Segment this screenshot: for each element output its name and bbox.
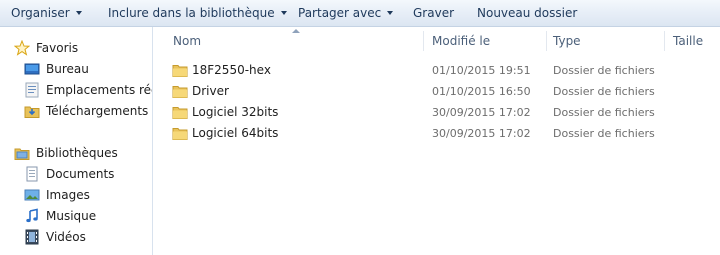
nav-recent-places[interactable]: Emplacements récents <box>24 79 152 100</box>
pictures-icon <box>24 189 40 200</box>
nav-libraries-label: Bibliothèques <box>36 145 118 160</box>
burn-button[interactable]: Graver <box>413 0 454 26</box>
column-header-row: Nom Modifié le Type Taille <box>154 27 720 55</box>
chevron-down-icon <box>75 10 82 15</box>
nav-music-label: Musique <box>46 208 97 223</box>
nav-libraries[interactable]: Bibliothèques <box>14 142 118 163</box>
file-type: Dossier de fichiers <box>553 85 655 98</box>
nav-downloads-label: Téléchargements <box>46 103 149 118</box>
libraries-icon <box>14 148 30 160</box>
chevron-down-icon <box>280 10 287 15</box>
sort-ascending-icon <box>292 29 300 33</box>
file-type: Dossier de fichiers <box>553 64 655 77</box>
command-bar: Organiser Inclure dans la bibliothèque P… <box>0 0 720 27</box>
column-header-name[interactable]: Nom <box>173 27 201 55</box>
folder-icon <box>172 86 188 98</box>
nav-recent-places-label: Emplacements récents <box>46 82 152 97</box>
star-icon <box>14 39 30 56</box>
downloads-folder-icon <box>24 106 40 118</box>
nav-pictures-label: Images <box>46 187 90 202</box>
include-library-label: Inclure dans la bibliothèque <box>108 6 275 20</box>
file-name: 18F2550-hex <box>192 63 271 77</box>
folder-icon <box>172 65 188 77</box>
burn-label: Graver <box>413 6 455 20</box>
documents-icon <box>26 166 38 181</box>
file-list-pane: Nom Modifié le Type Taille 18F2550-hex 0… <box>154 27 720 255</box>
chevron-down-icon <box>387 10 394 15</box>
film-icon <box>25 229 39 244</box>
file-name: Logiciel 64bits <box>192 126 279 140</box>
music-note-icon <box>26 208 38 222</box>
desktop-icon <box>24 63 40 74</box>
file-modified: 30/09/2015 17:02 <box>432 127 531 140</box>
nav-favorites-label: Favoris <box>36 40 79 55</box>
column-divider[interactable] <box>664 31 665 51</box>
nav-desktop-label: Bureau <box>46 61 89 76</box>
file-type: Dossier de fichiers <box>553 127 655 140</box>
nav-favorites[interactable]: Favoris <box>14 37 78 58</box>
column-divider[interactable] <box>423 31 424 51</box>
recent-places-icon <box>25 82 39 97</box>
organize-label: Organiser <box>11 6 70 20</box>
file-modified: 30/09/2015 17:02 <box>432 106 531 119</box>
file-row[interactable]: Logiciel 64bits 30/09/2015 17:02 Dossier… <box>154 123 720 144</box>
include-library-menu-button[interactable]: Inclure dans la bibliothèque <box>108 0 287 26</box>
column-divider[interactable] <box>546 31 547 51</box>
nav-documents-label: Documents <box>46 166 115 181</box>
file-row[interactable]: 18F2550-hex 01/10/2015 19:51 Dossier de … <box>154 60 720 81</box>
new-folder-label: Nouveau dossier <box>477 6 578 20</box>
file-modified: 01/10/2015 16:50 <box>432 85 531 98</box>
share-with-label: Partager avec <box>298 6 382 20</box>
nav-documents[interactable]: Documents <box>24 163 114 184</box>
file-name: Driver <box>192 84 229 98</box>
nav-music[interactable]: Musique <box>24 205 96 226</box>
nav-pictures[interactable]: Images <box>24 184 90 205</box>
column-header-size[interactable]: Taille <box>673 27 703 55</box>
column-header-modified[interactable]: Modifié le <box>432 27 490 55</box>
share-with-menu-button[interactable]: Partager avec <box>298 0 394 26</box>
nav-videos-label: Vidéos <box>46 229 86 244</box>
folder-icon <box>172 107 188 119</box>
new-folder-button[interactable]: Nouveau dossier <box>477 0 577 26</box>
nav-videos[interactable]: Vidéos <box>24 226 86 247</box>
nav-desktop[interactable]: Bureau <box>24 58 89 79</box>
folder-icon <box>172 128 188 140</box>
file-name: Logiciel 32bits <box>192 105 279 119</box>
organize-menu-button[interactable]: Organiser <box>11 0 82 26</box>
file-type: Dossier de fichiers <box>553 106 655 119</box>
file-row[interactable]: Driver 01/10/2015 16:50 Dossier de fichi… <box>154 81 720 102</box>
nav-downloads[interactable]: Téléchargements <box>24 100 148 121</box>
navigation-pane: Favoris Bureau Emplacements récents Télé… <box>0 27 153 255</box>
file-modified: 01/10/2015 19:51 <box>432 64 531 77</box>
file-row[interactable]: Logiciel 32bits 30/09/2015 17:02 Dossier… <box>154 102 720 123</box>
column-header-type[interactable]: Type <box>553 27 581 55</box>
